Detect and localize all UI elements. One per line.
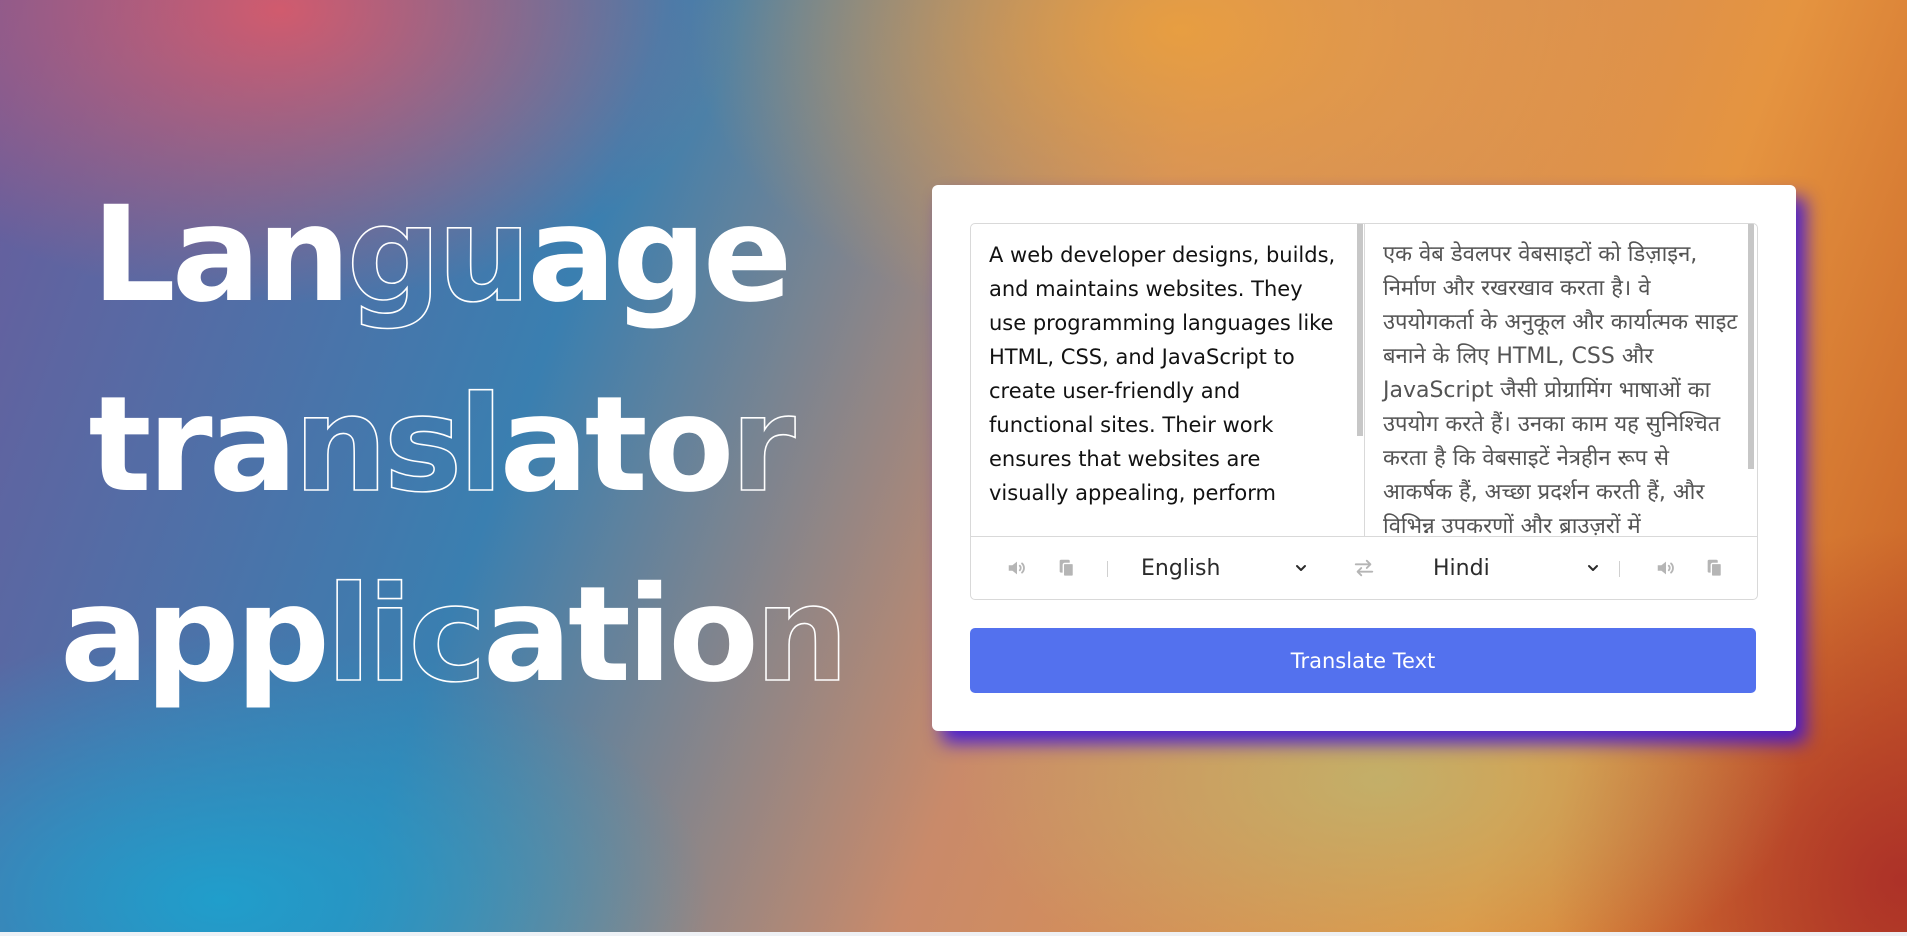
target-language-select[interactable]: Hindi bbox=[1433, 537, 1599, 599]
exchange-icon bbox=[1354, 559, 1374, 577]
hero-line-1: Language bbox=[60, 160, 820, 350]
copy-source-button[interactable] bbox=[1049, 537, 1085, 599]
hero-text-solid: age bbox=[527, 178, 792, 332]
hero-line-3: application bbox=[60, 540, 850, 730]
toolbar-separator bbox=[1107, 561, 1108, 577]
toolbar-separator bbox=[1619, 561, 1620, 577]
speak-translation-button[interactable] bbox=[1648, 537, 1684, 599]
bottom-strip bbox=[0, 932, 1907, 936]
swap-languages-button[interactable] bbox=[1346, 537, 1382, 599]
source-textarea[interactable]: A web developer designs, builds, and mai… bbox=[971, 224, 1364, 536]
translator-card: A web developer designs, builds, and mai… bbox=[932, 185, 1796, 731]
source-language-label: English bbox=[1141, 555, 1221, 581]
speak-source-button[interactable] bbox=[999, 537, 1035, 599]
hero-text-outline: r bbox=[730, 367, 797, 523]
hero-text-outline: gu bbox=[346, 177, 532, 333]
copy-translation-button[interactable] bbox=[1697, 537, 1733, 599]
translated-scrollbar[interactable] bbox=[1748, 224, 1754, 536]
source-scrollbar-thumb[interactable] bbox=[1357, 224, 1363, 436]
translated-textarea[interactable]: एक वेब डेवलपर वेबसाइटों को डिज़ाइन, निर्… bbox=[1365, 224, 1757, 536]
target-language-label: Hindi bbox=[1433, 555, 1490, 581]
translate-button[interactable]: Translate Text bbox=[970, 628, 1756, 693]
hero-text-solid: atio bbox=[482, 558, 759, 712]
hero-text-outline: lic bbox=[325, 557, 487, 713]
chevron-down-icon bbox=[1588, 565, 1598, 571]
hero-line-2: translator bbox=[60, 350, 820, 540]
hero-text-solid: tra bbox=[88, 368, 297, 522]
chevron-down-icon bbox=[1296, 565, 1306, 571]
source-scrollbar[interactable] bbox=[1357, 224, 1363, 536]
volume-icon bbox=[1008, 561, 1025, 575]
translated-scrollbar-thumb[interactable] bbox=[1748, 224, 1754, 469]
hero-heading: Language translator application bbox=[60, 160, 850, 730]
hero-text-solid: Lan bbox=[91, 178, 351, 332]
volume-icon bbox=[1657, 561, 1674, 575]
hero-text-outline: nsl bbox=[293, 367, 504, 523]
hero-text-outline: n bbox=[754, 557, 850, 713]
translator-toolbar: English Hindi bbox=[971, 536, 1757, 599]
copy-icon bbox=[1059, 559, 1075, 577]
copy-icon bbox=[1707, 559, 1723, 577]
source-language-select[interactable]: English bbox=[1141, 537, 1307, 599]
hero-text-solid: app bbox=[60, 558, 330, 712]
hero-text-solid: ato bbox=[499, 368, 735, 522]
translation-panel: A web developer designs, builds, and mai… bbox=[970, 223, 1758, 600]
